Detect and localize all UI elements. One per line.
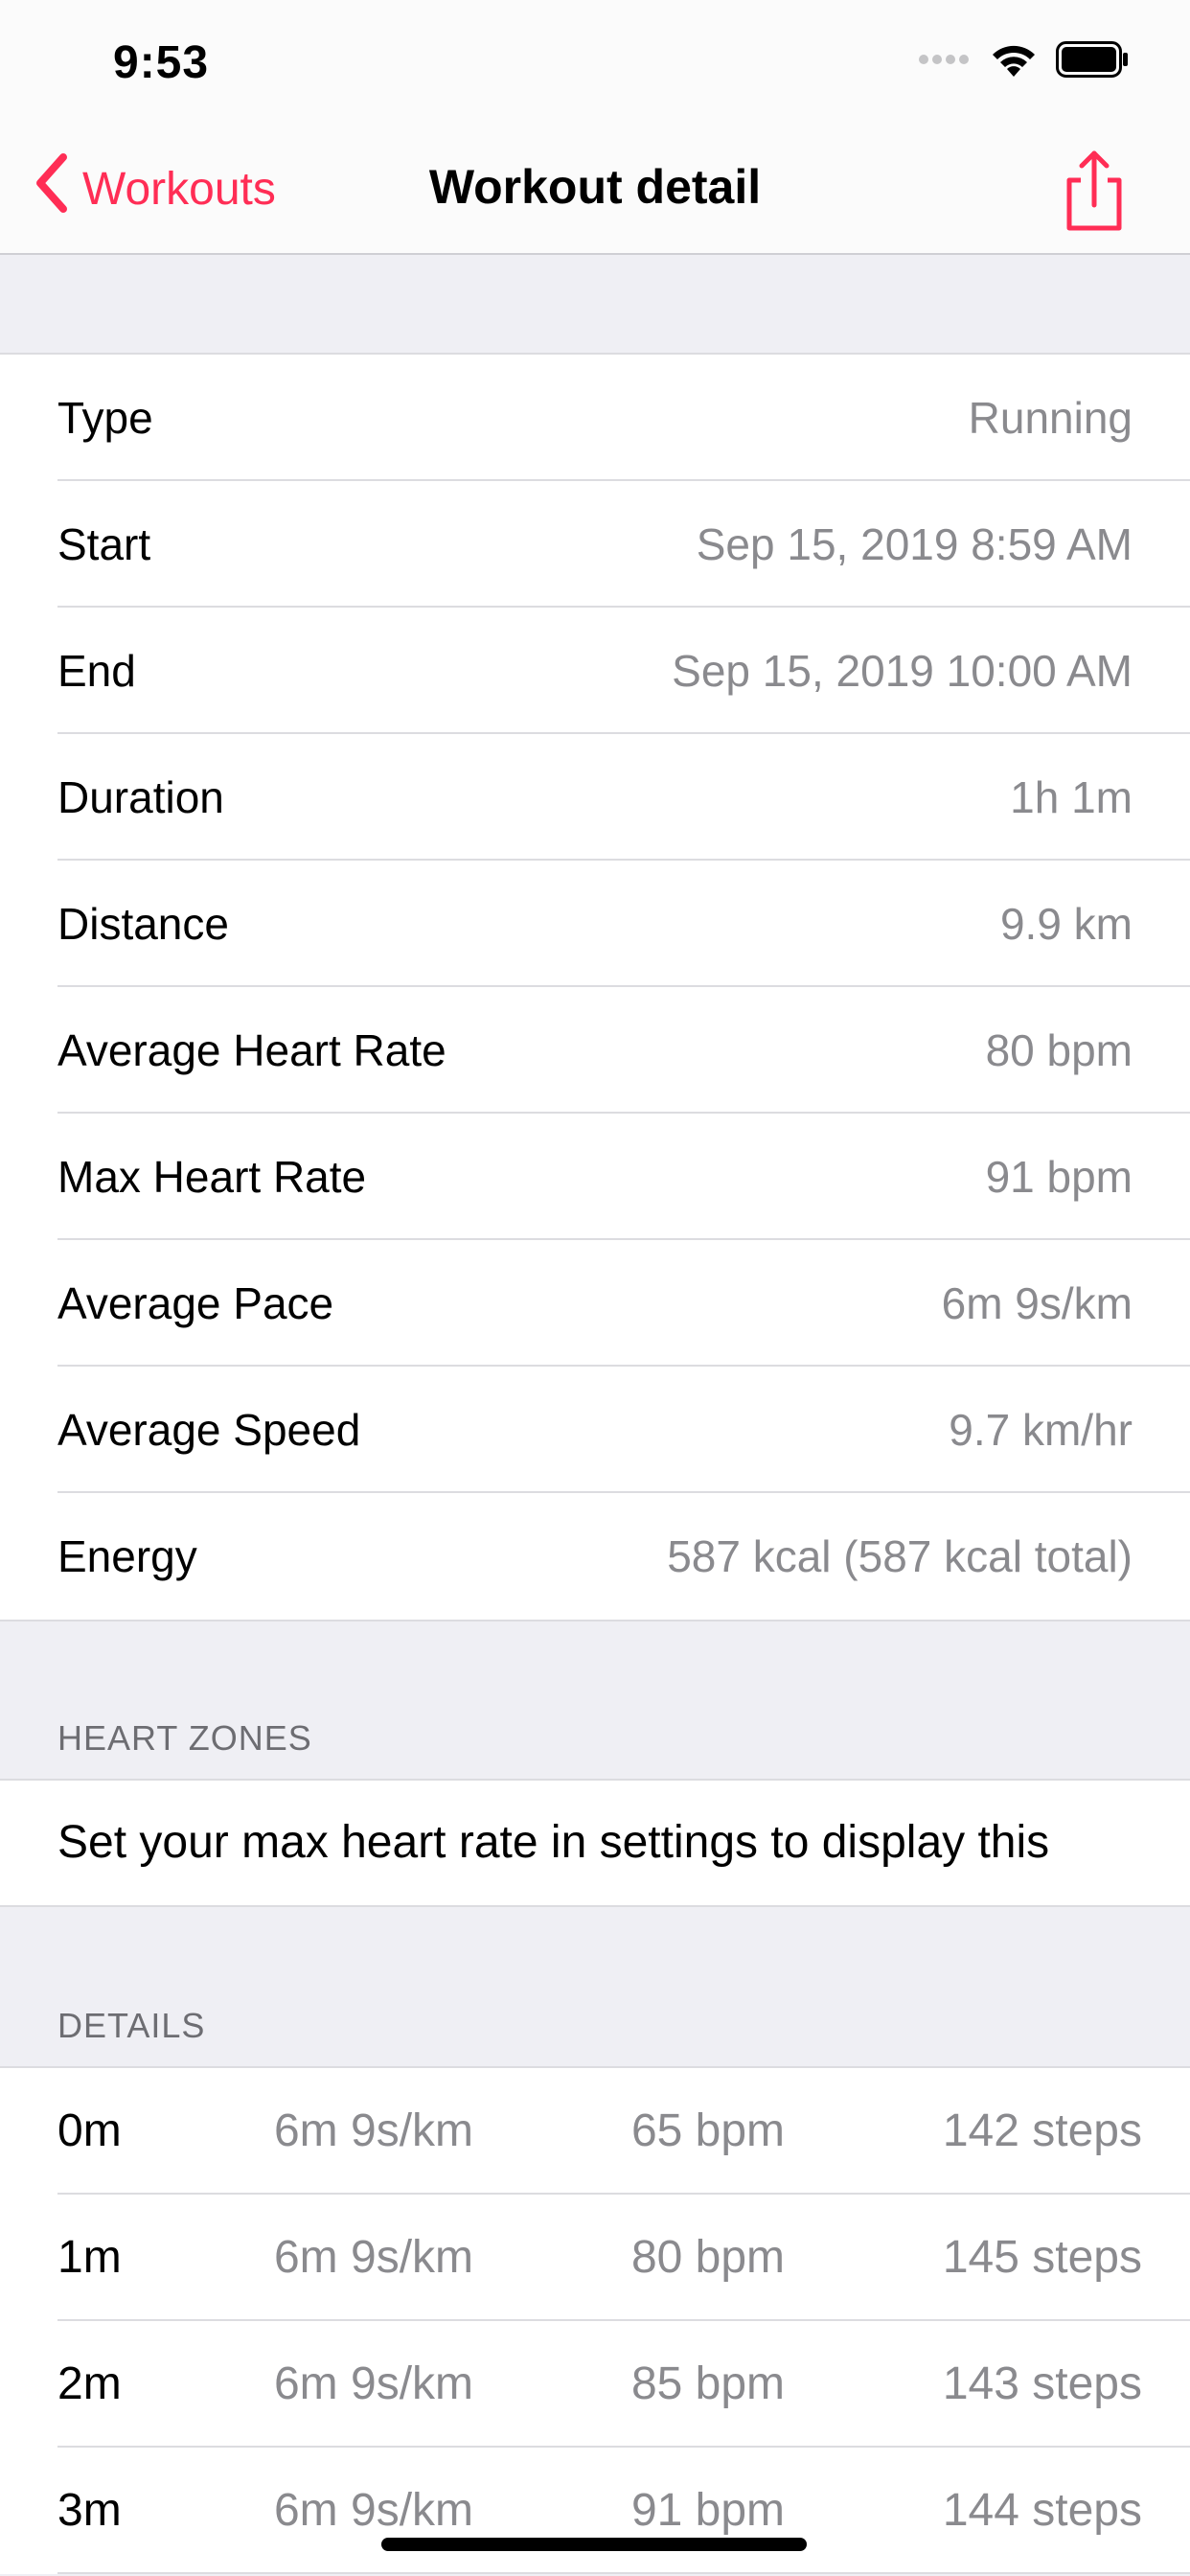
summary-row-average-speed: Average Speed 9.7 km/hr [0,1367,1190,1493]
detail-row: 1m 6m 9s/km 80 bpm 145 steps [0,2195,1190,2321]
row-value: 9.7 km/hr [949,1405,1133,1455]
navigation-bar: Workouts Workout detail [0,126,1190,255]
summary-row-type: Type Running [0,355,1190,481]
detail-steps: 145 steps [942,2232,1142,2283]
summary-row-distance: Distance 9.9 km [0,861,1190,987]
row-label: Max Heart Rate [57,1152,367,1202]
home-indicator[interactable] [381,2538,807,2551]
workout-summary-list: Type Running Start Sep 15, 2019 8:59 AM … [0,353,1190,1622]
detail-steps: 144 steps [942,2485,1142,2536]
summary-row-start: Start Sep 15, 2019 8:59 AM [0,481,1190,608]
row-value: 1h 1m [1010,772,1133,822]
row-label: Start [57,519,151,569]
cellular-signal-icon [918,53,972,71]
detail-steps: 142 steps [942,2105,1142,2156]
summary-row-end: End Sep 15, 2019 10:00 AM [0,608,1190,734]
battery-icon [1056,40,1129,82]
detail-steps: 143 steps [942,2358,1142,2409]
share-icon [1066,150,1122,231]
status-icons [918,40,1129,83]
row-value: 6m 9s/km [941,1278,1133,1328]
summary-row-energy: Energy 587 kcal (587 kcal total) [0,1493,1190,1620]
page-title: Workout detail [428,160,762,214]
row-value: 9.9 km [999,899,1133,949]
row-label: Average Speed [57,1405,361,1455]
summary-row-max-heart-rate: Max Heart Rate 91 bpm [0,1114,1190,1240]
row-label: Average Pace [57,1278,334,1328]
row-label: Average Heart Rate [57,1025,446,1075]
details-list: 0m 6m 9s/km 65 bpm 142 steps 1m 6m 9s/km… [0,2066,1190,2574]
row-value: Sep 15, 2019 10:00 AM [672,646,1133,696]
row-value: Sep 15, 2019 8:59 AM [696,519,1133,569]
summary-row-average-pace: Average Pace 6m 9s/km [0,1240,1190,1367]
heart-zones-message: Set your max heart rate in settings to d… [57,1817,1050,1868]
row-separator [57,2572,1190,2574]
row-label: Distance [57,899,229,949]
details-header: DETAILS [57,2006,206,2045]
row-label: End [57,646,136,696]
status-time: 9:53 [113,37,210,88]
row-label: Energy [57,1531,197,1581]
heart-zones-header: HEART ZONES [57,1718,312,1758]
row-label: Type [57,393,153,443]
row-label: Duration [57,772,224,822]
row-value: 587 kcal (587 kcal total) [667,1531,1133,1581]
detail-row: 2m 6m 9s/km 85 bpm 143 steps [0,2321,1190,2448]
summary-row-average-heart-rate: Average Heart Rate 80 bpm [0,987,1190,1114]
row-value: 80 bpm [985,1025,1133,1075]
row-value: 91 bpm [985,1152,1133,1202]
wifi-icon [989,40,1039,83]
detail-row: 0m 6m 9s/km 65 bpm 142 steps [0,2068,1190,2195]
row-value: Running [968,393,1133,443]
detail-row: 3m 6m 9s/km 91 bpm 144 steps [0,2448,1190,2574]
share-button[interactable] [1056,148,1133,234]
summary-row-duration: Duration 1h 1m [0,734,1190,861]
status-bar: 9:53 [0,0,1190,126]
heart-zones-list: Set your max heart rate in settings to d… [0,1779,1190,1907]
